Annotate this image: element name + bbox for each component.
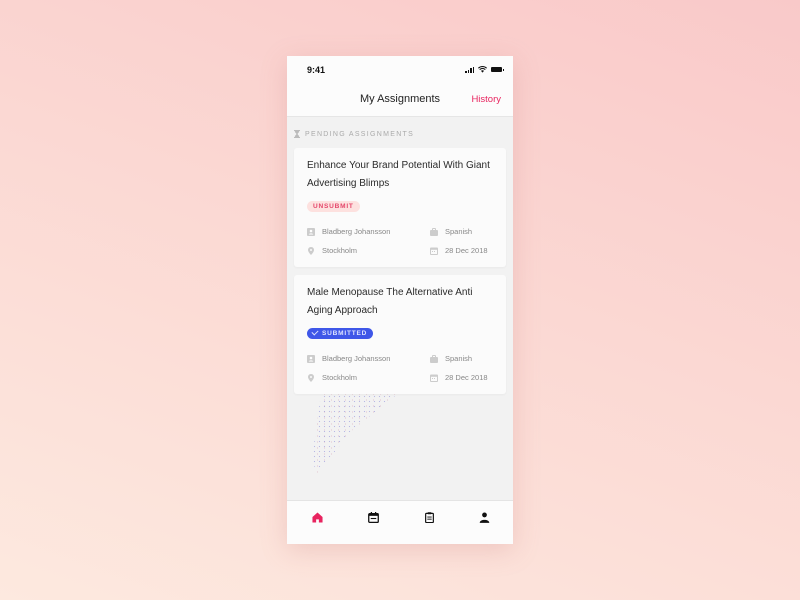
tab-home[interactable] — [310, 510, 324, 524]
location-pin-icon — [308, 373, 314, 382]
status-icons — [465, 66, 504, 73]
location-pin-icon — [308, 246, 314, 255]
decorative-dot-pattern — [312, 394, 398, 474]
section-label: PENDING ASSIGNMENTS — [305, 130, 415, 138]
assignee: Bladberg Johansson — [307, 227, 390, 236]
section-header: PENDING ASSIGNMENTS — [294, 130, 414, 138]
status-badge: SUBMITTED — [307, 328, 374, 339]
status-badge: UNSUBMIT — [307, 201, 360, 212]
tab-assignments[interactable] — [422, 510, 436, 524]
signal-icon — [465, 66, 474, 73]
assignee: Bladberg Johansson — [307, 354, 390, 363]
language: Spanish — [430, 354, 472, 363]
wifi-icon — [478, 66, 487, 73]
assignment-card[interactable]: Male Menopause The Alternative Anti Agin… — [294, 275, 506, 394]
calendar-icon — [430, 374, 438, 382]
assignment-title: Enhance Your Brand Potential With Giant … — [307, 160, 490, 189]
tab-calendar[interactable] — [366, 510, 380, 524]
top-bar: 9:41 My Assignments History — [287, 56, 513, 117]
bottom-tab-bar — [287, 500, 513, 544]
contact-icon — [307, 227, 315, 236]
location: Stockholm — [307, 246, 357, 255]
battery-icon — [491, 67, 504, 72]
check-icon — [311, 328, 319, 336]
tab-profile[interactable] — [477, 510, 491, 524]
clipboard-icon — [424, 511, 434, 523]
phone-screen: 9:41 My Assignments History PENDING ASSI… — [287, 56, 513, 544]
assignment-card[interactable]: Enhance Your Brand Potential With Giant … — [294, 148, 506, 267]
history-link[interactable]: History — [471, 94, 501, 105]
briefcase-icon — [430, 227, 438, 236]
calendar-icon — [430, 247, 438, 255]
location: Stockholm — [307, 373, 357, 382]
home-icon — [311, 511, 323, 523]
hourglass-icon — [294, 130, 300, 138]
briefcase-icon — [430, 354, 438, 363]
status-time: 9:41 — [307, 65, 326, 75]
person-icon — [479, 512, 489, 523]
assignment-title: Male Menopause The Alternative Anti Agin… — [307, 287, 473, 316]
due-date: 28 Dec 2018 — [430, 246, 488, 255]
calendar-icon — [367, 511, 379, 523]
contact-icon — [307, 354, 315, 363]
due-date: 28 Dec 2018 — [430, 373, 488, 382]
language: Spanish — [430, 227, 472, 236]
